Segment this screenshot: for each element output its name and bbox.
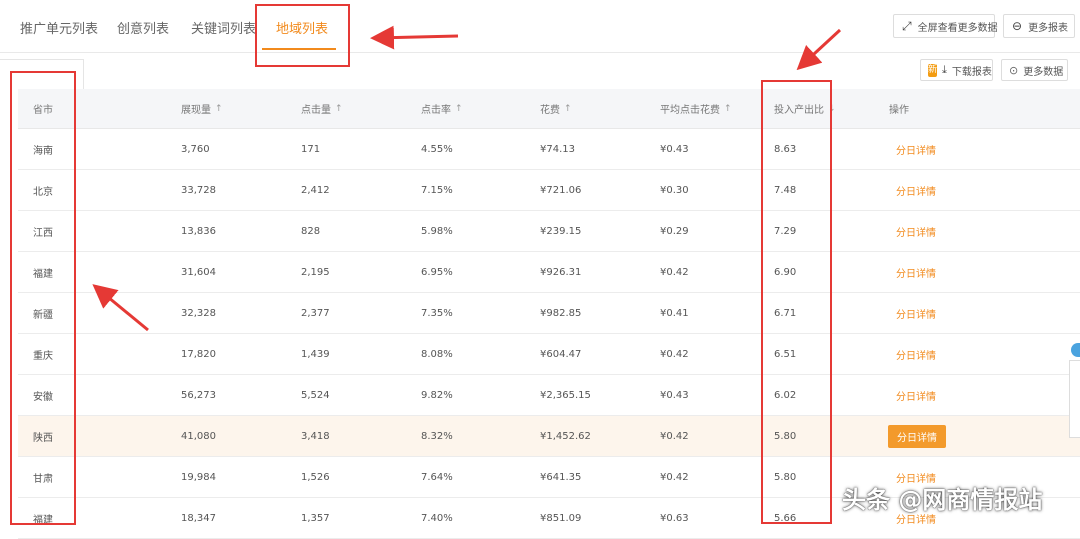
arrow-to-region-tab bbox=[370, 25, 459, 50]
arrow-to-roi-column bbox=[796, 28, 842, 71]
watermark: 头条 @网商情报站 bbox=[842, 486, 1043, 514]
arrow-to-province-column bbox=[92, 284, 149, 332]
annotation-arrows bbox=[92, 25, 842, 332]
